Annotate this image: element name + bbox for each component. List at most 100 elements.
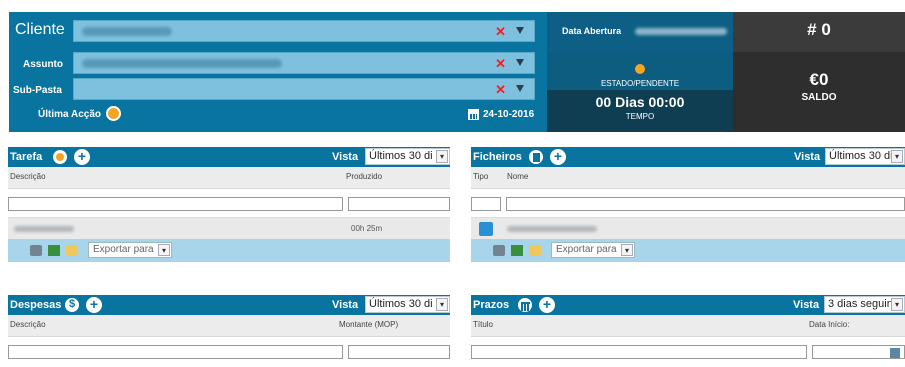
tarefa-vista-select[interactable]: Últimos 30 di ▾ — [365, 148, 450, 165]
ficheiros-export-label: Exportar para — [556, 244, 617, 255]
saldo-value: €0 — [809, 70, 829, 89]
subpasta-field[interactable]: ✕ — [73, 78, 535, 100]
case-number-area: # 0 — [733, 12, 905, 52]
despesas-vista-value: Últimos 30 di — [369, 298, 433, 310]
despesas-vista-select[interactable]: Últimos 30 di ▾ — [365, 296, 450, 313]
subpasta-dropdown-icon[interactable] — [516, 85, 524, 92]
ficheiros-vista-select[interactable]: Últimos 30 di ▾ — [825, 148, 905, 165]
assunto-dropdown-icon[interactable] — [516, 59, 524, 66]
tempo-area: 00 Dias 00:00 TEMPO — [547, 90, 733, 132]
estado-label: ESTADO/PENDENTE — [600, 79, 680, 88]
tarefa-descricao-filter[interactable] — [8, 197, 343, 211]
prazos-panel: Prazos + Vista 3 dias seguin ▾ Título Da… — [471, 295, 905, 365]
data-abertura-label: Data Abertura — [562, 26, 622, 36]
data-abertura-value-redacted — [635, 28, 727, 35]
chevron-down-icon: ▾ — [436, 298, 448, 311]
col-descricao[interactable]: Descrição — [10, 320, 46, 329]
print-icon[interactable] — [493, 245, 505, 256]
ultima-accao-icon[interactable] — [106, 106, 121, 121]
ficheiros-filter-row — [471, 189, 905, 217]
tarefa-clock-icon[interactable] — [52, 149, 68, 165]
table-row[interactable]: 00h 25m — [8, 217, 450, 239]
chevron-down-icon: ▾ — [158, 244, 170, 256]
assunto-field[interactable]: ✕ — [73, 52, 535, 74]
saldo-area: €0 SALDO — [733, 52, 905, 132]
tarefa-filter-row — [8, 189, 450, 217]
table-row[interactable] — [471, 217, 905, 239]
clear-cliente-icon[interactable]: ✕ — [495, 24, 506, 40]
cliente-dropdown-icon[interactable] — [516, 27, 524, 34]
assunto-label: Assunto — [23, 59, 63, 70]
chevron-down-icon: ▾ — [891, 298, 903, 311]
prazos-filter-row — [471, 337, 905, 365]
ficheiros-nome-filter[interactable] — [506, 197, 905, 211]
print-icon[interactable] — [30, 245, 42, 256]
ficheiros-row-name-redacted — [507, 226, 597, 232]
ultima-accao-label: Última Acção — [38, 109, 101, 120]
tarefa-row-description-redacted — [14, 226, 74, 232]
cliente-value-redacted — [82, 27, 172, 36]
tempo-label: TEMPO — [625, 112, 655, 121]
tarefa-export-bar: Exportar para ▾ — [8, 239, 450, 262]
tarefa-produzido-filter[interactable] — [348, 197, 450, 211]
date-picker-icon[interactable] — [890, 348, 900, 358]
email-icon[interactable] — [66, 245, 78, 256]
despesas-panel: Despesas + Vista Últimos 30 di ▾ Descriç… — [8, 295, 450, 365]
ficheiros-title: Ficheiros — [473, 151, 522, 163]
despesas-panel-header: Despesas + Vista Últimos 30 di ▾ — [8, 295, 450, 315]
tarefa-column-header: Descrição Produzido — [8, 167, 450, 189]
col-titulo[interactable]: Título — [473, 320, 493, 329]
ficheiros-panel: Ficheiros + Vista Últimos 30 di ▾ Tipo N… — [471, 147, 905, 262]
money-icon[interactable] — [64, 297, 80, 313]
tarefa-export-label: Exportar para — [93, 244, 154, 255]
excel-export-icon[interactable] — [48, 245, 60, 256]
ficheiros-panel-header: Ficheiros + Vista Últimos 30 di ▾ — [471, 147, 905, 167]
prazos-data-filter[interactable] — [812, 345, 905, 359]
ficheiros-column-header: Tipo Nome — [471, 167, 905, 189]
case-header: Cliente ✕ Assunto ✕ Sub-Pasta ✕ Última A… — [9, 12, 905, 132]
ficheiros-vista-label: Vista — [794, 151, 821, 163]
col-descricao[interactable]: Descrição — [10, 172, 46, 181]
col-data-inicio[interactable]: Data Início: — [809, 320, 849, 329]
cliente-label: Cliente — [15, 21, 65, 38]
clear-subpasta-icon[interactable]: ✕ — [495, 82, 506, 98]
header-date: 24-10-2016 — [483, 109, 535, 120]
ficheiros-export-bar: Exportar para ▾ — [471, 239, 905, 262]
add-despesa-icon[interactable]: + — [86, 297, 102, 313]
prazos-column-header: Título Data Início: — [471, 315, 905, 337]
excel-export-icon[interactable] — [511, 245, 523, 256]
cliente-field[interactable]: ✕ — [73, 20, 535, 42]
chevron-down-icon: ▾ — [621, 244, 633, 256]
case-fields-area: Cliente ✕ Assunto ✕ Sub-Pasta ✕ Última A… — [9, 12, 547, 132]
despesas-filter-row — [8, 337, 450, 365]
add-ficheiro-icon[interactable]: + — [550, 149, 566, 165]
saldo-label: SALDO — [801, 92, 837, 103]
col-nome[interactable]: Nome — [507, 172, 528, 181]
clear-assunto-icon[interactable]: ✕ — [495, 56, 506, 72]
despesas-montante-filter[interactable] — [348, 345, 450, 359]
col-produzido[interactable]: Produzido — [346, 172, 382, 181]
calendar-icon[interactable] — [517, 297, 533, 313]
prazos-vista-select[interactable]: 3 dias seguin ▾ — [824, 296, 905, 313]
add-tarefa-icon[interactable]: + — [74, 149, 90, 165]
prazos-vista-value: 3 dias seguin — [828, 298, 893, 310]
tarefa-title: Tarefa — [10, 151, 43, 163]
prazos-titulo-filter[interactable] — [471, 345, 807, 359]
file-type-icon — [479, 222, 493, 236]
data-abertura-area: Data Abertura — [547, 12, 733, 52]
status-dot-icon — [635, 64, 645, 74]
tarefa-export-select[interactable]: Exportar para ▾ — [88, 242, 172, 258]
ficheiros-tipo-filter[interactable] — [471, 197, 501, 211]
calendar-icon — [468, 109, 479, 120]
document-icon[interactable] — [528, 149, 544, 165]
email-icon[interactable] — [529, 245, 541, 256]
chevron-down-icon: ▾ — [436, 150, 448, 163]
col-tipo[interactable]: Tipo — [473, 172, 488, 181]
case-number: # 0 — [807, 20, 831, 39]
tarefa-vista-value: Últimos 30 di — [369, 150, 433, 162]
despesas-descricao-filter[interactable] — [8, 345, 343, 359]
col-montante[interactable]: Montante (MOP) — [339, 320, 398, 329]
chevron-down-icon: ▾ — [891, 150, 903, 163]
ficheiros-export-select[interactable]: Exportar para ▾ — [551, 242, 635, 258]
add-prazo-icon[interactable]: + — [539, 297, 555, 313]
